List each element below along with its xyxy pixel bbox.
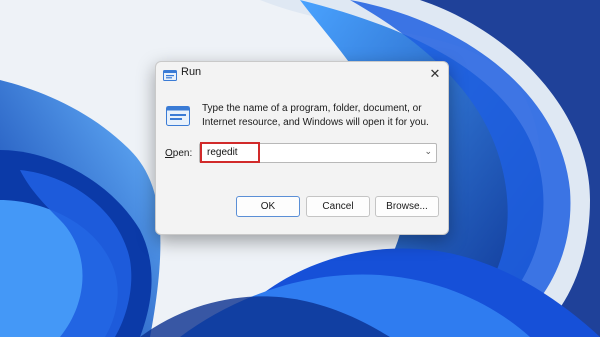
ok-button[interactable]: OK [236, 196, 300, 217]
open-combobox[interactable]: regedit ⌄ [199, 143, 437, 163]
open-input[interactable]: regedit [207, 147, 238, 158]
close-button[interactable]: ✕ [426, 65, 444, 83]
close-icon: ✕ [429, 66, 441, 81]
dialog-title: Run [181, 66, 202, 78]
chevron-down-icon[interactable]: ⌄ [424, 146, 432, 157]
title-bar: Run ✕ [156, 62, 448, 86]
open-label: Open: [165, 148, 192, 159]
open-label-rest: pen: [172, 148, 193, 159]
run-dialog: Run ✕ Type the name of a program, folder… [155, 61, 449, 235]
run-icon [163, 68, 177, 81]
run-program-icon [166, 106, 190, 126]
cancel-button[interactable]: Cancel [306, 196, 370, 217]
open-label-accesskey: O [165, 148, 173, 159]
browse-button[interactable]: Browse... [375, 196, 439, 217]
dialog-description: Type the name of a program, folder, docu… [202, 103, 429, 128]
